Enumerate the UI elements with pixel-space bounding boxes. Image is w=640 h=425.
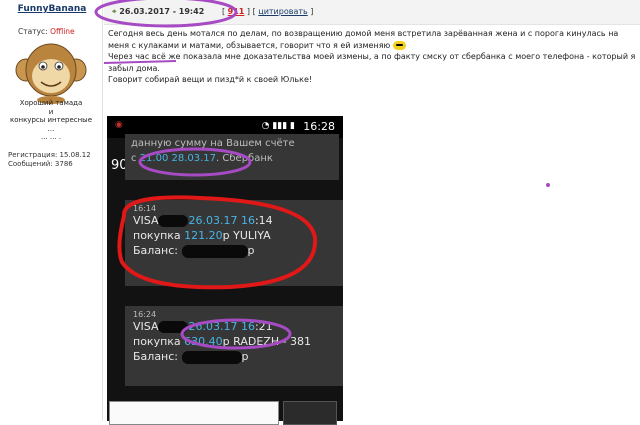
- user-meta: Регистрация: 15.08.12 Сообщений: 3786: [8, 151, 91, 169]
- smiley-icon: [392, 40, 406, 50]
- sms-time: 16:24: [133, 310, 157, 319]
- sms-text: VISA: [133, 320, 159, 333]
- sms-text: р: [241, 350, 249, 363]
- monkey-avatar-icon: [15, 43, 87, 104]
- sms-bubble: данную сумму на Вашем счёте с 21.00 28.0…: [125, 134, 339, 180]
- paragraph-text: Сегодня весь день мотался по делам, по в…: [108, 29, 619, 50]
- sms-line: данную сумму на Вашем счёте: [131, 138, 295, 149]
- post-paragraph: Говорит собирай вещи и пизд*й к своей Юл…: [108, 75, 313, 84]
- sms-text: VISA: [133, 214, 159, 227]
- post-datetime: 26.03.2017 - 19:42: [119, 7, 205, 16]
- sms-line: Баланс: р: [133, 243, 335, 258]
- sms-text: Баланс:: [133, 350, 182, 363]
- sms-text: Баланс:: [133, 244, 182, 257]
- phone-screenshot: ◉ ◔ ▮▮▮ ▮ 16:28 900 данную сумму на Ваше…: [107, 116, 343, 425]
- post-paragraph: Сегодня весь день мотался по делам, по в…: [108, 28, 636, 51]
- username-link[interactable]: FunnyBanana: [6, 4, 98, 14]
- sms-line: с 21.00 28.03.17. Сбербанк: [131, 151, 333, 166]
- sms-line: VISA 26.03.17 16:21: [133, 319, 335, 334]
- motto-line: конкурсы интересные: [9, 116, 93, 124]
- signal-icon: ◔ ▮▮▮ ▮: [261, 121, 295, 131]
- post-header: ⌖ 26.03.2017 - 19:42 [ 911 ] [ цитироват…: [104, 0, 640, 25]
- motto-line: ... ... .: [40, 133, 62, 141]
- sms-amount-link[interactable]: 630.40: [184, 335, 223, 348]
- sms-text: р YULIYA: [222, 229, 271, 242]
- sms-time: 16:14: [133, 204, 157, 213]
- user-status: Статус: Offline: [18, 27, 75, 36]
- post-paragraph: Через час всё же показала мне доказатель…: [108, 52, 636, 73]
- registration-date: Регистрация: 15.08.12: [8, 151, 91, 159]
- quote-link[interactable]: цитировать: [258, 7, 307, 16]
- sms-line: покупка 630.40р RADEZH - 381: [133, 334, 335, 349]
- sms-text: р: [247, 244, 255, 257]
- redaction: [181, 244, 248, 258]
- redaction: [158, 321, 189, 333]
- message-count: Сообщений: 3786: [8, 160, 73, 168]
- sms-line: VISA 26.03.17 16:14: [133, 213, 335, 228]
- user-sidebar: FunnyBanana Статус: Offline Хороший тама…: [0, 0, 103, 421]
- message-input[interactable]: [109, 401, 279, 425]
- sms-date-link[interactable]: 26.03.17 16: [188, 214, 254, 227]
- status-label: Статус:: [18, 27, 48, 36]
- sms-bubble: 16:14 VISA 26.03.17 16:14 покупка 121.20р…: [125, 200, 343, 286]
- post-actions: [ 911 ] [ цитировать ]: [222, 7, 314, 16]
- send-button[interactable]: [283, 401, 337, 425]
- sms-text: р RADEZH - 381: [222, 335, 312, 348]
- notification-icon: ◉: [115, 120, 123, 130]
- user-motto: Хороший тамада и конкурсы интересные ...…: [4, 99, 98, 142]
- post-body: Сегодня весь день мотался по делам, по в…: [108, 28, 636, 86]
- sms-text: с: [131, 153, 140, 164]
- status-value: Offline: [50, 27, 75, 36]
- phone-clock: 16:28: [303, 120, 335, 133]
- motto-line: Хороший тамада: [19, 99, 83, 107]
- redaction: [181, 350, 242, 364]
- motto-line: и: [48, 107, 54, 116]
- redaction: [158, 215, 189, 227]
- sms-text: покупка: [133, 335, 185, 348]
- sms-bubble: 16:24 VISA 26.03.17 16:21 покупка 630.40р…: [125, 306, 343, 386]
- sms-text: :14: [254, 214, 273, 227]
- motto-line: ...: [47, 124, 55, 133]
- sms-text: покупка: [133, 229, 185, 242]
- sms-date-link[interactable]: 26.03.17 16: [188, 320, 254, 333]
- sms-date-link[interactable]: 21.00 28.03.17: [140, 153, 216, 164]
- sms-text: :21: [254, 320, 273, 333]
- sms-text: . Сбербанк: [216, 153, 273, 164]
- stray-mark: [546, 183, 550, 187]
- post-date: ⌖ 26.03.2017 - 19:42: [112, 0, 204, 24]
- sms-line: покупка 121.20р YULIYA: [133, 228, 335, 243]
- sms-line: Баланс: р: [133, 349, 335, 364]
- sms-amount-link[interactable]: 121.20: [184, 229, 223, 242]
- rating-count[interactable]: 911: [228, 7, 245, 16]
